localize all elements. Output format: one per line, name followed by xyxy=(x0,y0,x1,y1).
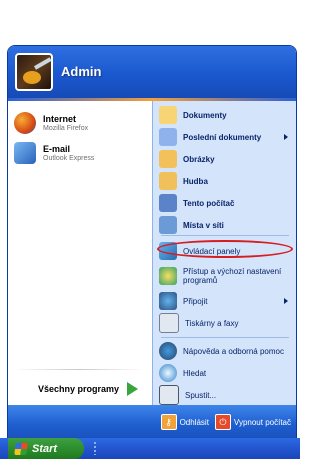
windows-flag-icon xyxy=(14,442,28,455)
pinned-email-title: E-mail xyxy=(43,143,71,154)
pinned-internet-subtitle: Mozilla Firefox xyxy=(43,124,89,132)
menu-item-connect[interactable]: Připojit xyxy=(159,291,294,311)
shutdown-label: Vypnout počítač xyxy=(233,417,291,427)
start-label: Start xyxy=(32,442,58,455)
menu-item-connect-label: Připojit xyxy=(183,296,208,306)
pinned-internet-title: Internet xyxy=(43,113,77,124)
taskbar: Start xyxy=(0,438,300,459)
menu-item-pictures-label: Obrázky xyxy=(183,154,215,164)
menu-item-printers-label: Tiskárny a faxy xyxy=(185,318,239,328)
menu-item-control-panel[interactable]: Ovládací panely xyxy=(159,241,294,261)
all-programs-label: Všechny programy xyxy=(37,384,119,394)
menu-item-control-panel-label: Ovládací panely xyxy=(183,246,241,256)
start-menu: Admin Internet Mozilla Firefox E-mail Ou… xyxy=(7,45,297,440)
start-menu-header: Admin xyxy=(8,46,296,98)
all-programs-button[interactable]: Všechny programy xyxy=(8,374,152,404)
help-icon xyxy=(159,342,177,360)
menu-item-program-access[interactable]: Přístup a výchozí nastavení programů xyxy=(159,264,294,288)
taskbar-handle[interactable] xyxy=(94,442,96,455)
right-divider-2 xyxy=(161,337,289,338)
left-divider xyxy=(14,369,144,370)
menu-item-help[interactable]: Nápověda a odborná pomoc xyxy=(159,341,294,361)
music-folder-icon xyxy=(159,172,177,190)
menu-item-program-access-label: Přístup a výchozí nastavení programů xyxy=(183,267,282,285)
chevron-right-icon xyxy=(284,134,288,140)
places-pane: Dokumenty Poslední dokumenty Obrázky Hud… xyxy=(152,101,296,405)
right-divider-1 xyxy=(161,235,289,236)
start-menu-footer: ⚷ Odhlásit ⏻ Vypnout počítač xyxy=(8,405,296,439)
menu-item-documents[interactable]: Dokumenty xyxy=(159,105,294,125)
pinned-email[interactable]: E-mail Outlook Express xyxy=(14,137,146,169)
logoff-button[interactable]: ⚷ Odhlásit xyxy=(160,414,209,430)
user-name: Admin xyxy=(61,64,102,79)
menu-item-network-places[interactable]: Místa v síti xyxy=(159,215,294,235)
recent-documents-icon xyxy=(159,128,177,146)
pinned-programs-pane: Internet Mozilla Firefox E-mail Outlook … xyxy=(8,101,152,405)
printers-icon xyxy=(159,313,179,333)
search-icon xyxy=(159,364,177,382)
play-arrow-icon xyxy=(127,382,138,396)
pinned-email-subtitle: Outlook Express xyxy=(43,154,95,162)
chevron-right-icon xyxy=(284,298,288,304)
connect-icon xyxy=(159,292,177,310)
firefox-icon xyxy=(14,112,36,134)
menu-item-recent-documents[interactable]: Poslední dokumenty xyxy=(159,127,294,147)
menu-item-network-places-label: Místa v síti xyxy=(183,220,224,230)
key-icon: ⚷ xyxy=(160,414,177,430)
guitar-icon xyxy=(23,71,41,84)
pinned-internet[interactable]: Internet Mozilla Firefox xyxy=(14,107,146,139)
power-icon: ⏻ xyxy=(214,414,231,430)
user-avatar[interactable] xyxy=(15,53,53,91)
pictures-folder-icon xyxy=(159,150,177,168)
menu-item-run[interactable]: Spustit... xyxy=(159,385,294,405)
shutdown-button[interactable]: ⏻ Vypnout počítač xyxy=(214,414,291,430)
menu-item-music-label: Hudba xyxy=(183,176,208,186)
menu-item-my-computer[interactable]: Tento počítač xyxy=(159,193,294,213)
menu-item-documents-label: Dokumenty xyxy=(183,110,227,120)
outlook-express-icon xyxy=(14,142,36,164)
menu-item-recent-documents-label: Poslední dokumenty xyxy=(183,132,262,142)
menu-item-printers[interactable]: Tiskárny a faxy xyxy=(159,313,294,333)
my-computer-icon xyxy=(159,194,177,212)
menu-item-music[interactable]: Hudba xyxy=(159,171,294,191)
guitar-neck-icon xyxy=(34,57,51,70)
menu-item-search[interactable]: Hledat xyxy=(159,363,294,383)
menu-item-search-label: Hledat xyxy=(183,368,207,378)
documents-folder-icon xyxy=(159,106,177,124)
menu-item-my-computer-label: Tento počítač xyxy=(183,198,235,208)
run-icon xyxy=(159,385,179,405)
program-access-icon xyxy=(159,267,177,285)
control-panel-icon xyxy=(159,242,177,260)
menu-item-help-label: Nápověda a odborná pomoc xyxy=(183,346,284,356)
network-places-icon xyxy=(159,216,177,234)
start-button[interactable]: Start xyxy=(8,438,84,459)
menu-item-run-label: Spustit... xyxy=(185,390,217,400)
logoff-label: Odhlásit xyxy=(179,417,209,427)
menu-item-pictures[interactable]: Obrázky xyxy=(159,149,294,169)
